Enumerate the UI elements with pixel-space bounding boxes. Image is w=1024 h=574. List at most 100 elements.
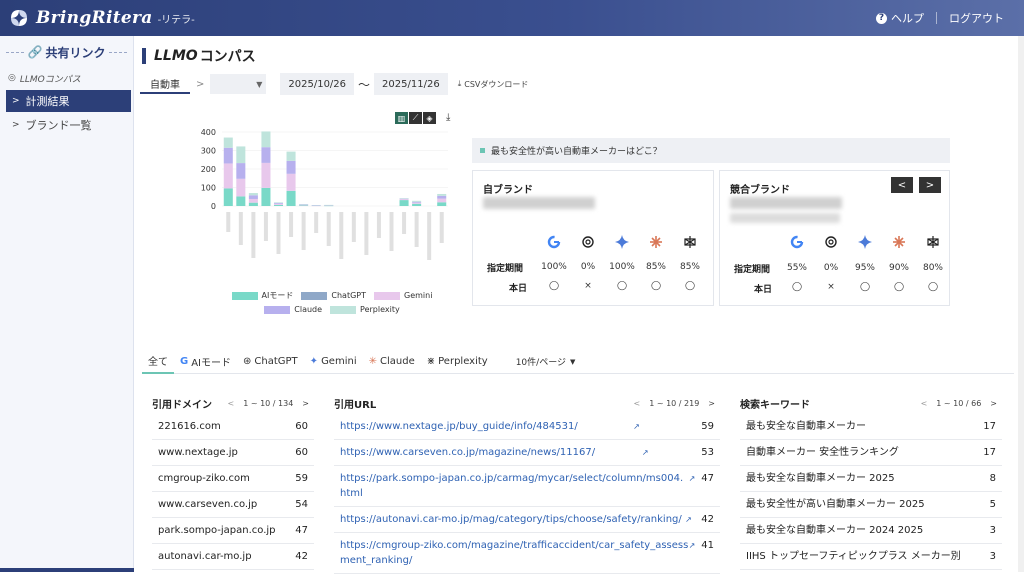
bar-segment[interactable] xyxy=(412,201,422,203)
next-page-button[interactable]: > xyxy=(302,399,309,408)
line-chart-icon[interactable]: ⟋ xyxy=(409,112,422,124)
bar-segment[interactable] xyxy=(223,163,233,189)
date-from-input[interactable]: 2025/10/26 xyxy=(280,73,355,95)
legend-item[interactable]: Claude xyxy=(264,305,322,314)
page-scrollbar[interactable] xyxy=(1018,36,1024,572)
bar-segment[interactable] xyxy=(399,198,409,199)
cited-url-link[interactable]: https://park.sompo-japan.co.jp/carmag/my… xyxy=(340,471,689,501)
legend-swatch xyxy=(330,305,357,314)
bar-segment[interactable] xyxy=(437,202,447,206)
table-row[interactable]: https://autonavi.car-mo.jp/mag/category/… xyxy=(334,507,720,533)
brand-select[interactable]: ▼ xyxy=(210,74,267,94)
bar-segment[interactable] xyxy=(286,151,296,161)
csv-download-button[interactable]: ⤓ CSVダウンロード xyxy=(458,79,529,90)
logo-mark-icon xyxy=(11,10,27,26)
bar-segment[interactable] xyxy=(412,200,422,202)
cited-url-link[interactable]: https://cmgroup-ziko.com/magazine/traffi… xyxy=(340,538,689,568)
bar-segment[interactable] xyxy=(412,203,422,206)
bar-segment[interactable] xyxy=(248,195,258,199)
tab-perplexity[interactable]: ⋇ Perplexity xyxy=(421,350,494,374)
domain-count: 60 xyxy=(295,447,308,458)
bar-segment[interactable] xyxy=(437,195,447,199)
tab-all[interactable]: 全て xyxy=(142,350,174,374)
logo[interactable]: BringRitera -リテラ- xyxy=(8,7,195,29)
cited-url-link[interactable]: https://autonavi.car-mo.jp/mag/category/… xyxy=(340,512,682,527)
domain-count: 54 xyxy=(295,499,308,510)
bar-segment[interactable] xyxy=(286,173,296,191)
next-competitor-button[interactable]: > xyxy=(919,177,941,193)
bar-segment[interactable] xyxy=(273,202,284,204)
chevron-down-icon: ▼ xyxy=(570,357,576,366)
bar-segment[interactable] xyxy=(261,147,271,163)
keyword-count: 3 xyxy=(989,551,996,562)
bar-segment[interactable] xyxy=(286,190,296,206)
table-row: 最も安全な自動車メーカー 2024 2025 3 xyxy=(740,518,1002,544)
bar-segment[interactable] xyxy=(299,204,309,205)
bar-segment[interactable] xyxy=(261,162,271,188)
tab-claude[interactable]: ✳ Claude xyxy=(363,350,421,374)
bar-segment[interactable] xyxy=(437,193,447,196)
bar-segment[interactable] xyxy=(236,163,246,179)
bar-segment[interactable] xyxy=(223,137,233,148)
prev-page-button[interactable]: < xyxy=(227,399,234,408)
bar-segment[interactable] xyxy=(261,187,271,206)
bar-segment[interactable] xyxy=(324,204,334,206)
bar-segment[interactable] xyxy=(311,205,321,206)
table-row[interactable]: https://www.carseven.co.jp/magazine/news… xyxy=(334,440,720,466)
bar-segment[interactable] xyxy=(236,178,246,197)
help-link[interactable]: ? ヘルプ xyxy=(876,10,924,26)
table-row[interactable]: https://cmgroup-ziko.com/magazine/traffi… xyxy=(334,533,720,574)
table-row[interactable]: https://www.nextage.jp/buy_guide/info/48… xyxy=(334,414,720,440)
legend-item[interactable]: Perplexity xyxy=(330,305,400,314)
date-to-input[interactable]: 2025/11/26 xyxy=(374,73,448,95)
logout-link[interactable]: ログアウト xyxy=(949,10,1004,26)
tab-gemini[interactable]: ✦ Gemini xyxy=(304,350,363,374)
next-page-button[interactable]: > xyxy=(708,399,715,408)
next-page-button[interactable]: > xyxy=(990,399,997,408)
chart-download-icon[interactable]: ⤓ xyxy=(446,112,450,123)
bar-segment[interactable] xyxy=(236,146,246,164)
bar-segment[interactable] xyxy=(248,193,258,196)
sidebar-item-brands[interactable]: > ブランド一覧 xyxy=(6,114,131,136)
legend-item[interactable]: AIモード xyxy=(231,290,293,301)
prev-page-button[interactable]: < xyxy=(921,399,928,408)
stack-icon[interactable]: ◈ xyxy=(423,112,436,124)
bar-segment[interactable] xyxy=(223,188,233,206)
prev-page-button[interactable]: < xyxy=(633,399,640,408)
cited-url-link[interactable]: https://www.carseven.co.jp/magazine/news… xyxy=(340,445,595,460)
tab-ai-mode[interactable]: G AIモード xyxy=(174,350,237,374)
gemini-icon xyxy=(605,234,639,250)
bar-segment[interactable] xyxy=(299,205,309,206)
keyword-count: 3 xyxy=(989,525,996,536)
bar-segment[interactable] xyxy=(261,131,271,148)
y-tick-label: 300 xyxy=(201,147,216,156)
chevron-right-icon: > xyxy=(12,120,20,130)
bar-segment[interactable] xyxy=(273,202,284,203)
bar-segment[interactable] xyxy=(399,200,409,206)
bar-segment[interactable] xyxy=(248,198,258,203)
comp-today-values: ◯ × ◯ ◯ ◯ xyxy=(791,282,939,292)
category-tab[interactable]: 自動車 xyxy=(140,74,190,94)
table-row[interactable]: https://park.sompo-japan.co.jp/carmag/my… xyxy=(334,466,720,507)
per-page-select[interactable]: 10件/ページ ▼ xyxy=(516,355,576,369)
bar-segment[interactable] xyxy=(286,160,296,174)
domain-name: cmgroup-ziko.com xyxy=(158,473,250,484)
brand-name: BringRitera xyxy=(36,8,153,28)
legend-item[interactable]: ChatGPT xyxy=(301,290,366,301)
bar-segment[interactable] xyxy=(437,198,447,203)
bar-segment[interactable] xyxy=(273,203,284,205)
cited-url-link[interactable]: https://www.nextage.jp/buy_guide/info/48… xyxy=(340,419,578,434)
tab-chatgpt[interactable]: ⊛ ChatGPT xyxy=(237,350,304,374)
bar-segment[interactable] xyxy=(248,202,258,206)
sidebar-item-results[interactable]: > 計測結果 xyxy=(6,90,131,112)
legend-swatch xyxy=(264,305,291,314)
bar-segment[interactable] xyxy=(399,199,409,201)
bar-segment[interactable] xyxy=(236,196,246,206)
bar-chart-icon[interactable]: ▥ xyxy=(395,112,408,124)
bar-segment[interactable] xyxy=(273,204,284,206)
bar-segment[interactable] xyxy=(412,202,422,204)
bar-segment[interactable] xyxy=(223,147,233,164)
legend-item[interactable]: Gemini xyxy=(374,290,432,301)
prev-competitor-button[interactable]: < xyxy=(891,177,913,193)
sidebar-sub-llmo[interactable]: ◎ LLMOコンパス xyxy=(0,68,133,88)
